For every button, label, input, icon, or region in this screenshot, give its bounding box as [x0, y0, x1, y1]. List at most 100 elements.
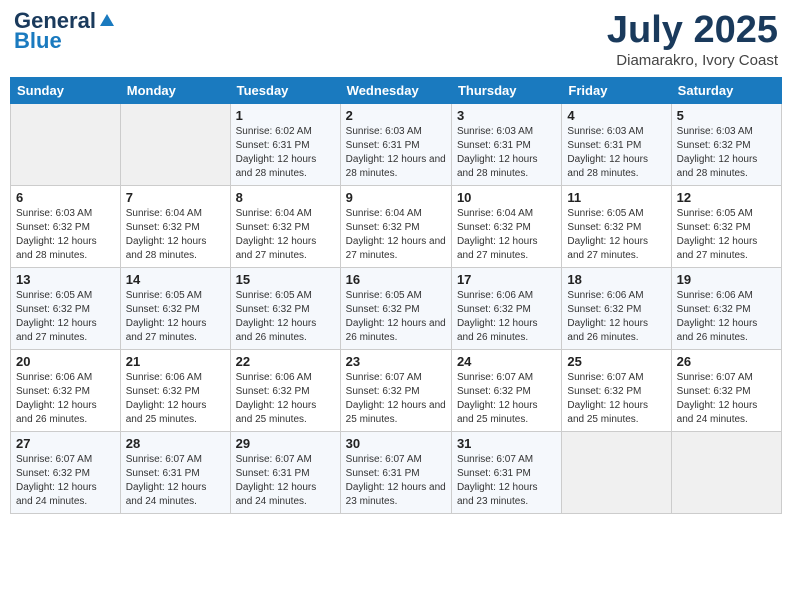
day-info: Sunrise: 6:06 AM Sunset: 6:32 PM Dayligh…	[457, 289, 556, 345]
day-info: Sunrise: 6:03 AM Sunset: 6:31 PM Dayligh…	[346, 125, 446, 181]
weekday-header: Monday	[120, 77, 230, 103]
day-info: Sunrise: 6:07 AM Sunset: 6:32 PM Dayligh…	[677, 371, 776, 427]
calendar-cell: 25 Sunrise: 6:07 AM Sunset: 6:32 PM Dayli…	[562, 349, 671, 431]
day-number: 13	[16, 272, 115, 287]
calendar-cell: 1 Sunrise: 6:02 AM Sunset: 6:31 PM Daylig…	[230, 103, 340, 185]
day-number: 19	[677, 272, 776, 287]
day-number: 29	[236, 436, 335, 451]
calendar-week-row: 20 Sunrise: 6:06 AM Sunset: 6:32 PM Dayli…	[11, 349, 782, 431]
day-info: Sunrise: 6:05 AM Sunset: 6:32 PM Dayligh…	[236, 289, 335, 345]
day-number: 27	[16, 436, 115, 451]
calendar-cell: 28 Sunrise: 6:07 AM Sunset: 6:31 PM Dayli…	[120, 431, 230, 513]
day-info: Sunrise: 6:03 AM Sunset: 6:32 PM Dayligh…	[16, 207, 115, 263]
calendar-cell: 3Sunrise: 6:03 AM Sunset: 6:31 PM Daylig…	[451, 103, 561, 185]
location: Diamarakro, Ivory Coast	[607, 52, 778, 69]
calendar-cell: 30 Sunrise: 6:07 AM Sunset: 6:31 PM Dayli…	[340, 431, 451, 513]
calendar-cell: 19 Sunrise: 6:06 AM Sunset: 6:32 PM Dayli…	[671, 267, 781, 349]
day-number: 28	[126, 436, 225, 451]
weekday-header: Wednesday	[340, 77, 451, 103]
day-number: 10	[457, 190, 556, 205]
calendar-cell: 24 Sunrise: 6:07 AM Sunset: 6:32 PM Dayli…	[451, 349, 561, 431]
day-info: Sunrise: 6:04 AM Sunset: 6:32 PM Dayligh…	[457, 207, 556, 263]
calendar-cell: 29 Sunrise: 6:07 AM Sunset: 6:31 PM Dayli…	[230, 431, 340, 513]
day-info: Sunrise: 6:07 AM Sunset: 6:32 PM Dayligh…	[567, 371, 665, 427]
day-info: Sunrise: 6:04 AM Sunset: 6:32 PM Dayligh…	[126, 207, 225, 263]
calendar-cell	[120, 103, 230, 185]
day-info: Sunrise: 6:02 AM Sunset: 6:31 PM Dayligh…	[236, 125, 335, 181]
logo-icon	[98, 12, 116, 30]
calendar-cell: 12Sunrise: 6:05 AM Sunset: 6:32 PM Dayli…	[671, 185, 781, 267]
day-number: 30	[346, 436, 446, 451]
day-info: Sunrise: 6:06 AM Sunset: 6:32 PM Dayligh…	[236, 371, 335, 427]
day-number: 20	[16, 354, 115, 369]
day-info: Sunrise: 6:06 AM Sunset: 6:32 PM Dayligh…	[567, 289, 665, 345]
day-info: Sunrise: 6:07 AM Sunset: 6:31 PM Dayligh…	[346, 453, 446, 509]
calendar: SundayMondayTuesdayWednesdayThursdayFrid…	[10, 77, 782, 514]
calendar-cell: 9Sunrise: 6:04 AM Sunset: 6:32 PM Daylig…	[340, 185, 451, 267]
day-info: Sunrise: 6:03 AM Sunset: 6:32 PM Dayligh…	[677, 125, 776, 181]
day-info: Sunrise: 6:07 AM Sunset: 6:31 PM Dayligh…	[236, 453, 335, 509]
day-number: 17	[457, 272, 556, 287]
day-number: 5	[677, 108, 776, 123]
day-number: 21	[126, 354, 225, 369]
calendar-cell: 26 Sunrise: 6:07 AM Sunset: 6:32 PM Dayli…	[671, 349, 781, 431]
day-info: Sunrise: 6:04 AM Sunset: 6:32 PM Dayligh…	[236, 207, 335, 263]
day-number: 12	[677, 190, 776, 205]
calendar-cell: 20 Sunrise: 6:06 AM Sunset: 6:32 PM Dayli…	[11, 349, 121, 431]
day-info: Sunrise: 6:07 AM Sunset: 6:31 PM Dayligh…	[457, 453, 556, 509]
day-info: Sunrise: 6:07 AM Sunset: 6:31 PM Dayligh…	[126, 453, 225, 509]
day-info: Sunrise: 6:06 AM Sunset: 6:32 PM Dayligh…	[677, 289, 776, 345]
day-number: 14	[126, 272, 225, 287]
day-number: 24	[457, 354, 556, 369]
day-info: Sunrise: 6:05 AM Sunset: 6:32 PM Dayligh…	[126, 289, 225, 345]
calendar-cell: 27Sunrise: 6:07 AM Sunset: 6:32 PM Dayli…	[11, 431, 121, 513]
day-info: Sunrise: 6:07 AM Sunset: 6:32 PM Dayligh…	[457, 371, 556, 427]
calendar-cell: 10 Sunrise: 6:04 AM Sunset: 6:32 PM Dayli…	[451, 185, 561, 267]
weekday-header: Friday	[562, 77, 671, 103]
day-number: 25	[567, 354, 665, 369]
day-info: Sunrise: 6:04 AM Sunset: 6:32 PM Dayligh…	[346, 207, 446, 263]
day-number: 22	[236, 354, 335, 369]
day-number: 2	[346, 108, 446, 123]
calendar-cell: 17 Sunrise: 6:06 AM Sunset: 6:32 PM Dayli…	[451, 267, 561, 349]
day-info: Sunrise: 6:05 AM Sunset: 6:32 PM Dayligh…	[16, 289, 115, 345]
day-info: Sunrise: 6:06 AM Sunset: 6:32 PM Dayligh…	[126, 371, 225, 427]
month-title: July 2025	[607, 10, 778, 52]
day-info: Sunrise: 6:06 AM Sunset: 6:32 PM Dayligh…	[16, 371, 115, 427]
logo: General Blue	[14, 10, 118, 54]
calendar-cell: 6 Sunrise: 6:03 AM Sunset: 6:32 PM Daylig…	[11, 185, 121, 267]
day-number: 6	[16, 190, 115, 205]
day-number: 26	[677, 354, 776, 369]
calendar-cell: 16Sunrise: 6:05 AM Sunset: 6:32 PM Dayli…	[340, 267, 451, 349]
day-number: 7	[126, 190, 225, 205]
calendar-cell: 21 Sunrise: 6:06 AM Sunset: 6:32 PM Dayli…	[120, 349, 230, 431]
day-number: 11	[567, 190, 665, 205]
calendar-week-row: 13 Sunrise: 6:05 AM Sunset: 6:32 PM Dayli…	[11, 267, 782, 349]
day-number: 4	[567, 108, 665, 123]
calendar-cell: 23 Sunrise: 6:07 AM Sunset: 6:32 PM Dayli…	[340, 349, 451, 431]
day-info: Sunrise: 6:03 AM Sunset: 6:31 PM Dayligh…	[567, 125, 665, 181]
day-number: 1	[236, 108, 335, 123]
calendar-cell: 2 Sunrise: 6:03 AM Sunset: 6:31 PM Daylig…	[340, 103, 451, 185]
day-info: Sunrise: 6:05 AM Sunset: 6:32 PM Dayligh…	[567, 207, 665, 263]
calendar-cell	[562, 431, 671, 513]
day-number: 31	[457, 436, 556, 451]
calendar-cell: 13 Sunrise: 6:05 AM Sunset: 6:32 PM Dayli…	[11, 267, 121, 349]
day-info: Sunrise: 6:03 AM Sunset: 6:31 PM Dayligh…	[457, 125, 556, 181]
calendar-cell: 18 Sunrise: 6:06 AM Sunset: 6:32 PM Dayli…	[562, 267, 671, 349]
day-number: 23	[346, 354, 446, 369]
calendar-cell	[671, 431, 781, 513]
calendar-cell	[11, 103, 121, 185]
calendar-cell: 15Sunrise: 6:05 AM Sunset: 6:32 PM Dayli…	[230, 267, 340, 349]
calendar-cell: 31 Sunrise: 6:07 AM Sunset: 6:31 PM Dayli…	[451, 431, 561, 513]
day-info: Sunrise: 6:07 AM Sunset: 6:32 PM Dayligh…	[346, 371, 446, 427]
calendar-cell: 8 Sunrise: 6:04 AM Sunset: 6:32 PM Daylig…	[230, 185, 340, 267]
weekday-header: Thursday	[451, 77, 561, 103]
day-number: 8	[236, 190, 335, 205]
day-number: 16	[346, 272, 446, 287]
calendar-cell: 14 Sunrise: 6:05 AM Sunset: 6:32 PM Dayli…	[120, 267, 230, 349]
title-area: July 2025 Diamarakro, Ivory Coast	[607, 10, 778, 69]
day-number: 18	[567, 272, 665, 287]
weekday-header: Saturday	[671, 77, 781, 103]
weekday-header: Tuesday	[230, 77, 340, 103]
